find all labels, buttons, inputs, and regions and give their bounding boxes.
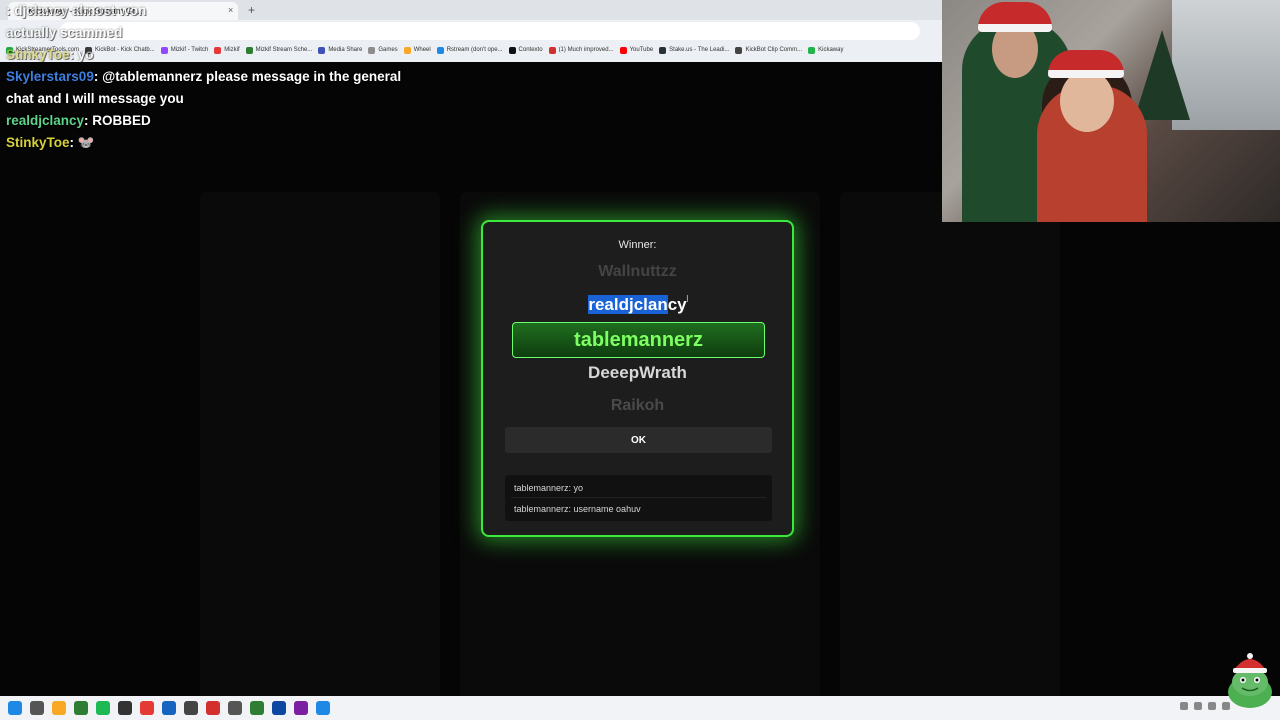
bookmark-label: Wheel bbox=[413, 47, 431, 53]
winner-message: tablemannerz: yo bbox=[514, 483, 584, 493]
bookmark-favicon-icon bbox=[508, 46, 516, 54]
stream-chat-overlay: : djclancy almost won actually scammed Sti… bbox=[6, 0, 406, 154]
bookmark-favicon-icon bbox=[735, 46, 743, 54]
chat-username: StinkyToe bbox=[6, 135, 70, 150]
bookmark-favicon-icon bbox=[808, 46, 816, 54]
windows-icon[interactable] bbox=[8, 701, 22, 715]
bookmark-item[interactable]: Wheel bbox=[403, 46, 431, 54]
bookmark-label: YouTube bbox=[629, 47, 654, 53]
winner-name: tablemannerz bbox=[512, 322, 765, 358]
text-cursor-icon: I bbox=[686, 294, 689, 305]
bookmark-label: Contexto bbox=[518, 47, 543, 53]
settings-panel bbox=[200, 192, 440, 712]
bookmark-item[interactable]: Contexto bbox=[508, 46, 543, 54]
bookmark-item[interactable]: Stake.us - The Leadi... bbox=[659, 46, 730, 54]
file-explorer-icon[interactable] bbox=[52, 701, 66, 715]
chat-text: : 🐭 bbox=[69, 135, 95, 150]
slot-name-above: Wallnuttzz bbox=[598, 263, 677, 280]
bookmark-item[interactable]: Rstream (don't ope... bbox=[436, 46, 503, 54]
bookmark-item[interactable]: YouTube bbox=[619, 46, 654, 54]
edge-icon[interactable] bbox=[162, 701, 176, 715]
winner-messages-box[interactable]: tablemannerz: yo tablemannerz: username … bbox=[505, 475, 772, 521]
network-icon[interactable] bbox=[1194, 702, 1202, 710]
chat-username: StinkyToe bbox=[6, 47, 70, 62]
bookmark-favicon-icon bbox=[436, 46, 444, 54]
bookmark-favicon-icon bbox=[619, 46, 627, 54]
bookmark-label: Kickaway bbox=[818, 47, 844, 53]
bookmark-favicon-icon bbox=[659, 46, 667, 54]
ok-button[interactable]: OK bbox=[505, 427, 772, 453]
spotify-icon[interactable] bbox=[96, 701, 110, 715]
santa-frog-mascot-icon bbox=[1228, 653, 1272, 708]
text-selection: realdjclan bbox=[588, 295, 668, 314]
chat-text: : djclancy almost won bbox=[6, 3, 147, 18]
chat-message: StinkyToe: yo bbox=[6, 44, 406, 66]
chat-message: : djclancy almost won bbox=[6, 0, 406, 22]
bookmark-item[interactable]: (1) Much improved... bbox=[548, 46, 614, 54]
bookmark-label: (1) Much improved... bbox=[558, 47, 614, 53]
chrome-icon[interactable] bbox=[140, 701, 154, 715]
winner-modal: Winner: Wallnuttzz realdjclancy I tablem… bbox=[481, 220, 794, 537]
winners-panel bbox=[840, 192, 1060, 712]
bookmark-label: Rstream (don't ope... bbox=[446, 47, 503, 53]
chat-message: actually scammed bbox=[6, 22, 406, 44]
app-icon[interactable] bbox=[206, 701, 220, 715]
chat-username: Skylerstars09 bbox=[6, 69, 94, 84]
chat-text: : ROBBED bbox=[84, 113, 151, 128]
app-icon[interactable] bbox=[250, 701, 264, 715]
bookmark-item[interactable]: KickBot Clip Comm... bbox=[735, 46, 803, 54]
chat-username: realdjclancy bbox=[6, 113, 85, 128]
bookmark-favicon-icon bbox=[548, 46, 556, 54]
guest-face bbox=[1060, 70, 1114, 132]
winner-message: tablemannerz: username oahuv bbox=[514, 504, 641, 514]
chat-message: Skylerstars09: @tablemannerz please mess… bbox=[6, 66, 406, 110]
chat-message: realdjclancy: ROBBED bbox=[6, 110, 406, 132]
windows-taskbar bbox=[0, 696, 1280, 720]
santa-hat-icon bbox=[978, 2, 1052, 32]
search-icon[interactable] bbox=[30, 701, 44, 715]
volume-icon[interactable] bbox=[1208, 702, 1216, 710]
obs-icon[interactable] bbox=[118, 701, 132, 715]
slot-name-previous: realdjclancy bbox=[483, 295, 792, 315]
app-icon[interactable] bbox=[294, 701, 308, 715]
divider bbox=[511, 497, 766, 498]
bookmark-item[interactable]: Kickaway bbox=[808, 46, 844, 54]
tray-chevron-icon[interactable] bbox=[1180, 702, 1188, 710]
bookmark-label: KickBot Clip Comm... bbox=[745, 47, 803, 53]
bookmark-label: Stake.us - The Leadi... bbox=[669, 47, 730, 53]
chat-text: : yo bbox=[69, 47, 94, 62]
slot-name-next: DeeepWrath bbox=[588, 363, 687, 382]
app-icon[interactable] bbox=[184, 701, 198, 715]
app-icon[interactable] bbox=[316, 701, 330, 715]
chat-text: actually scammed bbox=[6, 25, 123, 40]
app-icon[interactable] bbox=[272, 701, 286, 715]
app-icon[interactable] bbox=[228, 701, 242, 715]
webcam-feed bbox=[942, 0, 1280, 222]
christmas-tree bbox=[1134, 30, 1190, 120]
chat-message: StinkyToe: 🐭 bbox=[6, 132, 406, 154]
slot-name-below: Raikoh bbox=[610, 397, 665, 414]
winner-label: Winner: bbox=[618, 239, 657, 251]
santa-hat-icon bbox=[1048, 50, 1124, 78]
app-icon[interactable] bbox=[74, 701, 88, 715]
slot-name-rest: cy bbox=[667, 295, 687, 314]
